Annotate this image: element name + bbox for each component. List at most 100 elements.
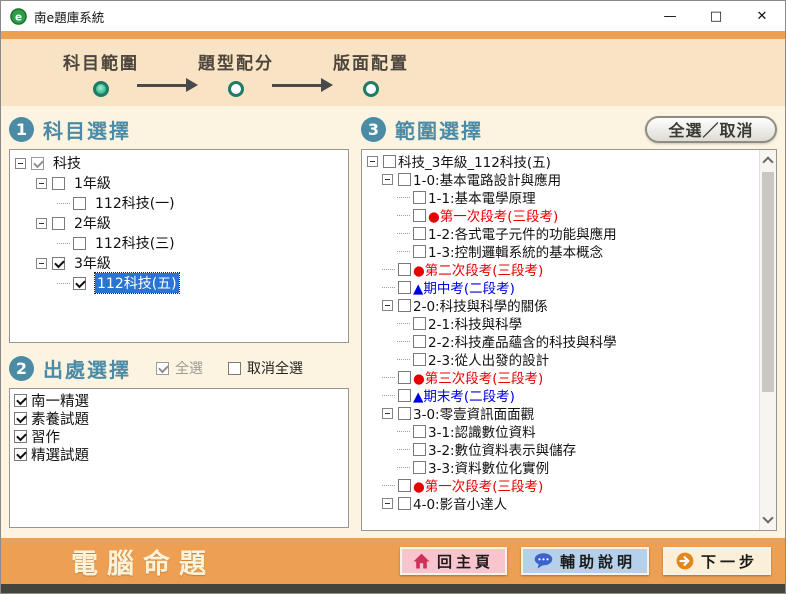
help-button[interactable]: 輔助說明	[521, 547, 649, 575]
range-tree-item[interactable]: 2-2:科技產品蘊含的科技與科學	[364, 332, 757, 350]
checkbox[interactable]	[398, 479, 411, 492]
checkbox[interactable]	[398, 281, 411, 294]
deselect-all-checkbox-group[interactable]: 取消全選	[228, 358, 303, 378]
range-tree-item[interactable]: 1-2:各式電子元件的功能與應用	[364, 224, 757, 242]
range-tree-item[interactable]: 2-3:從人出發的設計	[364, 350, 757, 368]
checkbox[interactable]	[73, 197, 86, 210]
deselect-all-checkbox[interactable]	[228, 362, 241, 375]
select-toggle-button[interactable]: 全選／取消	[645, 116, 777, 143]
scroll-up-icon[interactable]	[762, 156, 773, 167]
range-tree-item[interactable]: ●第三次段考(三段考)	[364, 368, 757, 386]
checkbox[interactable]	[31, 157, 44, 170]
checkbox[interactable]	[413, 317, 426, 330]
tree-item-label[interactable]: 3年級	[74, 253, 111, 273]
range-tree-item[interactable]: ●第二次段考(三段考)	[364, 260, 757, 278]
tree-item-label[interactable]: ●第一次段考(三段考)	[428, 205, 558, 225]
source-item-label[interactable]: 精選試題	[31, 444, 89, 465]
expander-minus-icon[interactable]	[382, 498, 393, 509]
range-tree-item[interactable]: 科技_3年級_112科技(五)	[364, 152, 757, 170]
checkbox[interactable]	[52, 257, 65, 270]
checkbox[interactable]	[413, 425, 426, 438]
subject-tree-item[interactable]: 112科技(五)	[12, 273, 346, 293]
checkbox[interactable]	[413, 209, 426, 222]
tree-item-label[interactable]: 3-2:數位資料表示與儲存	[428, 439, 576, 459]
range-tree-item[interactable]: 2-0:科技與科學的關係	[364, 296, 757, 314]
tree-item-label[interactable]: 2-0:科技與科學的關係	[413, 295, 548, 315]
source-list-item[interactable]: 習作	[12, 427, 346, 445]
checkbox[interactable]	[413, 335, 426, 348]
checkbox[interactable]	[14, 394, 27, 407]
source-list-item[interactable]: 精選試題	[12, 445, 346, 463]
checkbox[interactable]	[413, 443, 426, 456]
subject-tree-item[interactable]: 112科技(一)	[12, 193, 346, 213]
tree-item-label[interactable]: ●第三次段考(三段考)	[413, 367, 543, 387]
range-tree-item[interactable]: 1-3:控制邏輯系統的基本概念	[364, 242, 757, 260]
checkbox[interactable]	[14, 448, 27, 461]
tree-item-label[interactable]: 2年級	[74, 213, 111, 233]
tree-item-label[interactable]: 1-2:各式電子元件的功能與應用	[428, 223, 617, 243]
checkbox[interactable]	[413, 191, 426, 204]
checkbox[interactable]	[52, 217, 65, 230]
expander-minus-icon[interactable]	[36, 258, 47, 269]
checkbox[interactable]	[413, 353, 426, 366]
select-all-checkbox-group[interactable]: 全選	[156, 358, 203, 378]
source-list-item[interactable]: 素養試題	[12, 409, 346, 427]
select-all-checkbox[interactable]	[156, 362, 169, 375]
checkbox[interactable]	[413, 245, 426, 258]
checkbox[interactable]	[398, 371, 411, 384]
checkbox[interactable]	[52, 177, 65, 190]
range-tree-item[interactable]: ●第一次段考(三段考)	[364, 206, 757, 224]
range-tree-item[interactable]: ▲期末考(二段考)	[364, 386, 757, 404]
next-button[interactable]: 下一步	[663, 547, 771, 575]
range-tree-item[interactable]: ▲期中考(二段考)	[364, 278, 757, 296]
expander-minus-icon[interactable]	[367, 156, 378, 167]
range-tree-item[interactable]: 1-1:基本電學原理	[364, 188, 757, 206]
tree-item-label[interactable]: 1-1:基本電學原理	[428, 187, 536, 207]
range-tree-item[interactable]: 1-0:基本電路設計與應用	[364, 170, 757, 188]
expander-minus-icon[interactable]	[382, 174, 393, 185]
checkbox[interactable]	[383, 155, 396, 168]
tree-item-label[interactable]: 1-0:基本電路設計與應用	[413, 169, 561, 189]
scrollbar[interactable]	[759, 150, 776, 530]
expander-minus-icon[interactable]	[36, 218, 47, 229]
range-tree-item[interactable]: 3-2:數位資料表示與儲存	[364, 440, 757, 458]
tree-item-label[interactable]: 1-3:控制邏輯系統的基本概念	[428, 241, 603, 261]
scrollbar-thumb[interactable]	[762, 172, 774, 392]
tree-item-label[interactable]: 2-2:科技產品蘊含的科技與科學	[428, 331, 617, 351]
expander-minus-icon[interactable]	[15, 158, 26, 169]
tree-item-label[interactable]: ●第一次段考(三段考)	[413, 475, 543, 495]
tree-item-label[interactable]: 112科技(一)	[95, 193, 175, 213]
tree-item-label[interactable]: 112科技(三)	[95, 233, 175, 253]
checkbox[interactable]	[413, 227, 426, 240]
range-tree-item[interactable]: ●第一次段考(三段考)	[364, 476, 757, 494]
range-tree-item[interactable]: 3-0:零壹資訊面面觀	[364, 404, 757, 422]
home-button[interactable]: 回主頁	[400, 547, 507, 575]
tree-item-label[interactable]: 3-1:認識數位資料	[428, 421, 536, 441]
subject-tree-item[interactable]: 112科技(三)	[12, 233, 346, 253]
range-tree-item[interactable]: 3-1:認識數位資料	[364, 422, 757, 440]
source-list-item[interactable]: 南一精選	[12, 391, 346, 409]
checkbox[interactable]	[398, 497, 411, 510]
tree-item-label[interactable]: 3-3:資料數位化實例	[428, 457, 549, 477]
minimize-button[interactable]: —	[647, 1, 693, 31]
tree-item-label[interactable]: 科技_3年級_112科技(五)	[398, 151, 551, 171]
tree-item-label[interactable]: 112科技(五)	[95, 273, 179, 293]
tree-item-label[interactable]: ▲期中考(二段考)	[413, 277, 515, 297]
scroll-down-icon[interactable]	[762, 512, 773, 523]
checkbox[interactable]	[73, 277, 86, 290]
checkbox[interactable]	[413, 461, 426, 474]
expander-minus-icon[interactable]	[36, 178, 47, 189]
checkbox[interactable]	[73, 237, 86, 250]
expander-minus-icon[interactable]	[382, 300, 393, 311]
subject-tree-item[interactable]: 3年級	[12, 253, 346, 273]
expander-minus-icon[interactable]	[382, 408, 393, 419]
checkbox[interactable]	[14, 412, 27, 425]
subject-tree-item[interactable]: 2年級	[12, 213, 346, 233]
tree-item-label[interactable]: 2-1:科技與科學	[428, 313, 522, 333]
maximize-button[interactable]: □	[693, 1, 739, 31]
checkbox[interactable]	[14, 430, 27, 443]
tree-item-label[interactable]: 科技	[53, 153, 81, 173]
tree-item-label[interactable]: 4-0:影音小達人	[413, 493, 507, 513]
tree-item-label[interactable]: 1年級	[74, 173, 111, 193]
subject-tree-item[interactable]: 1年級	[12, 173, 346, 193]
